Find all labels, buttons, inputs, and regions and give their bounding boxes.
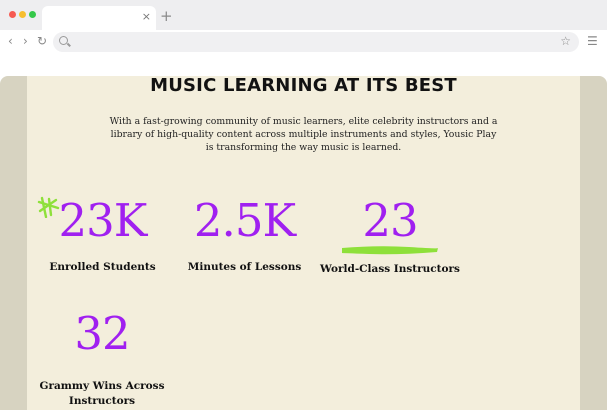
navigation-bar: ‹ › ↻ ☆ ☰ [0,30,607,54]
stat-label: Minutes of Lessons [187,261,302,273]
stat-value: 2.5K [193,194,296,247]
stat-world-class-instructors: 23 World-Class Instructors [320,196,460,277]
section-title: MUSIC LEARNING AT ITS BEST [150,76,457,96]
new-tab-icon[interactable]: + [160,8,173,24]
back-icon[interactable]: ‹ [8,34,13,48]
stat-label: World-Class Instructors [320,263,460,275]
forward-icon[interactable]: › [23,34,28,48]
menu-icon[interactable]: ☰ [587,34,598,48]
stat-label: Enrolled Students [49,261,156,273]
address-bar[interactable]: ☆ [53,32,579,52]
tab-bar: × + [0,0,607,30]
stat-minutes-of-lessons: 2.5K Minutes of Lessons [182,196,307,275]
stat-label: Grammy Wins Across Instructors [39,380,165,407]
stat-value: 23K [58,194,148,247]
search-icon [59,36,68,45]
close-tab-icon[interactable]: × [142,11,151,23]
reload-icon[interactable]: ↻ [37,34,47,48]
section-description: With a fast-growing community of music l… [109,116,498,154]
browser-tab[interactable]: × [42,6,156,30]
browser-chrome: × + ‹ › ↻ ☆ ☰ [0,0,607,76]
page-viewport: MUSIC LEARNING AT ITS BEST With a fast-g… [0,76,607,410]
maximize-window-icon[interactable] [29,11,36,18]
close-window-icon[interactable] [9,11,16,18]
stat-enrolled-students: 23K Enrolled Students [40,196,165,275]
stat-grammy-wins: 32 Grammy Wins Across Instructors [32,309,172,409]
stat-value: 23 [362,194,418,247]
bookmark-star-icon[interactable]: ☆ [560,34,571,48]
stat-value: 32 [74,307,130,360]
minimize-window-icon[interactable] [19,11,26,18]
stats-section: MUSIC LEARNING AT ITS BEST With a fast-g… [27,76,580,410]
